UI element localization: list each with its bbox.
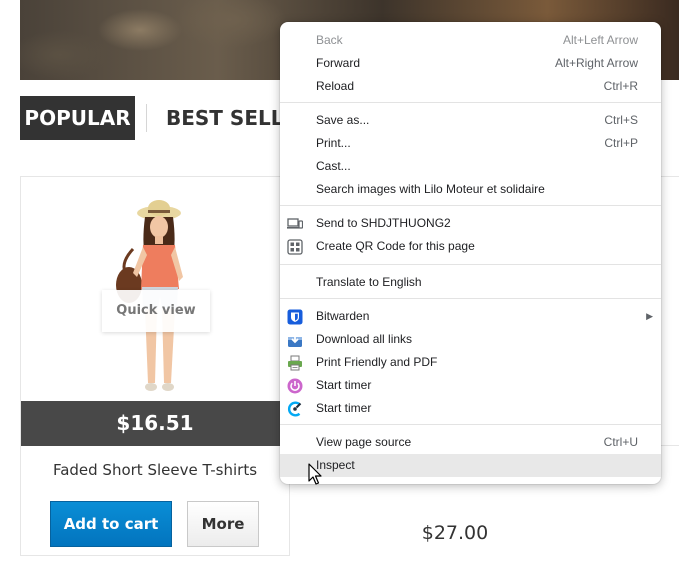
product-name-link[interactable]: Faded Short Sleeve T-shirts xyxy=(21,461,289,479)
menu-item-label: Create QR Code for this page xyxy=(316,239,475,253)
menu-item-save-as[interactable]: Save as... Ctrl+S xyxy=(280,109,661,132)
add-to-cart-button[interactable]: Add to cart xyxy=(50,501,172,547)
tab-best-sellers[interactable]: BEST SELLERS xyxy=(166,96,286,140)
product-price: $16.51 xyxy=(21,401,289,446)
menu-item-print-friendly[interactable]: Print Friendly and PDF xyxy=(280,351,661,374)
menu-item-label: Save as... xyxy=(316,113,370,127)
menu-item-label: Forward xyxy=(316,56,361,70)
more-button[interactable]: More xyxy=(187,501,259,547)
menu-item-label: Send to SHDJTHUONG2 xyxy=(316,216,451,230)
menu-separator xyxy=(280,264,661,265)
menu-separator xyxy=(280,298,661,299)
mouse-pointer-icon xyxy=(308,463,322,485)
menu-item-label: View page source xyxy=(316,435,412,449)
menu-item-start-timer[interactable]: Start timer xyxy=(280,374,661,397)
menu-item-label: Back xyxy=(316,33,343,47)
second-product-price: $27.00 xyxy=(421,522,489,544)
product-card: Quick view $16.51 Faded Short Sleeve T-s… xyxy=(20,176,290,556)
tab-popular[interactable]: POPULAR xyxy=(20,96,135,140)
menu-item-view-page-source[interactable]: View page source Ctrl+U xyxy=(280,431,661,454)
submenu-arrow-icon: ▶ xyxy=(646,311,653,321)
quick-view-button[interactable]: Quick view xyxy=(102,290,210,332)
tab-divider xyxy=(146,104,147,132)
menu-item-label: Download all links xyxy=(316,332,413,346)
qr-code-icon xyxy=(287,239,303,255)
context-menu: Back Alt+Left Arrow Forward Alt+Right Ar… xyxy=(280,22,661,484)
printer-icon xyxy=(288,355,302,371)
menu-item-cast[interactable]: Cast... xyxy=(280,155,661,178)
menu-item-shortcut: Alt+Left Arrow xyxy=(562,33,638,47)
bitwarden-icon xyxy=(287,309,303,325)
menu-separator xyxy=(280,102,661,103)
menu-item-label: Bitwarden xyxy=(316,309,370,323)
download-links-icon xyxy=(288,333,302,347)
menu-item-back[interactable]: Back Alt+Left Arrow xyxy=(280,29,661,52)
menu-item-shortcut: Ctrl+S xyxy=(604,113,638,127)
menu-item-label: Start timer xyxy=(316,401,372,415)
menu-item-label: Print... xyxy=(316,136,351,150)
menu-item-create-qr-code[interactable]: Create QR Code for this page xyxy=(280,235,661,258)
menu-item-label: Reload xyxy=(316,79,355,93)
menu-item-bitwarden[interactable]: Bitwarden ▶ xyxy=(280,305,661,328)
menu-item-inspect[interactable]: Inspect xyxy=(280,454,661,477)
menu-item-print[interactable]: Print... Ctrl+P xyxy=(280,132,661,155)
menu-item-search-images[interactable]: Search images with Lilo Moteur et solida… xyxy=(280,178,661,201)
menu-item-shortcut: Ctrl+U xyxy=(603,435,638,449)
menu-item-download-all-links[interactable]: Download all links xyxy=(280,328,661,351)
menu-item-send-to-device[interactable]: Send to SHDJTHUONG2 xyxy=(280,212,661,235)
menu-item-label: Cast... xyxy=(316,159,351,173)
model-photo xyxy=(116,200,183,391)
timer-power-icon xyxy=(287,378,303,394)
menu-item-label: Start timer xyxy=(316,378,372,392)
menu-item-translate[interactable]: Translate to English xyxy=(280,271,661,294)
menu-item-reload[interactable]: Reload Ctrl+R xyxy=(280,75,661,98)
menu-item-label: Search images with Lilo Moteur et solida… xyxy=(316,182,545,196)
menu-separator xyxy=(280,424,661,425)
menu-item-shortcut: Alt+Right Arrow xyxy=(554,56,638,70)
menu-item-shortcut: Ctrl+R xyxy=(603,79,638,93)
menu-separator xyxy=(280,205,661,206)
menu-item-start-timer-clockify[interactable]: Start timer xyxy=(280,397,661,420)
product-image[interactable]: Quick view xyxy=(21,177,289,401)
menu-item-forward[interactable]: Forward Alt+Right Arrow xyxy=(280,52,661,75)
device-icon xyxy=(287,218,303,229)
clockify-icon xyxy=(287,401,302,417)
menu-item-label: Print Friendly and PDF xyxy=(316,355,438,369)
menu-item-shortcut: Ctrl+P xyxy=(604,136,638,150)
menu-item-label: Translate to English xyxy=(316,275,422,289)
